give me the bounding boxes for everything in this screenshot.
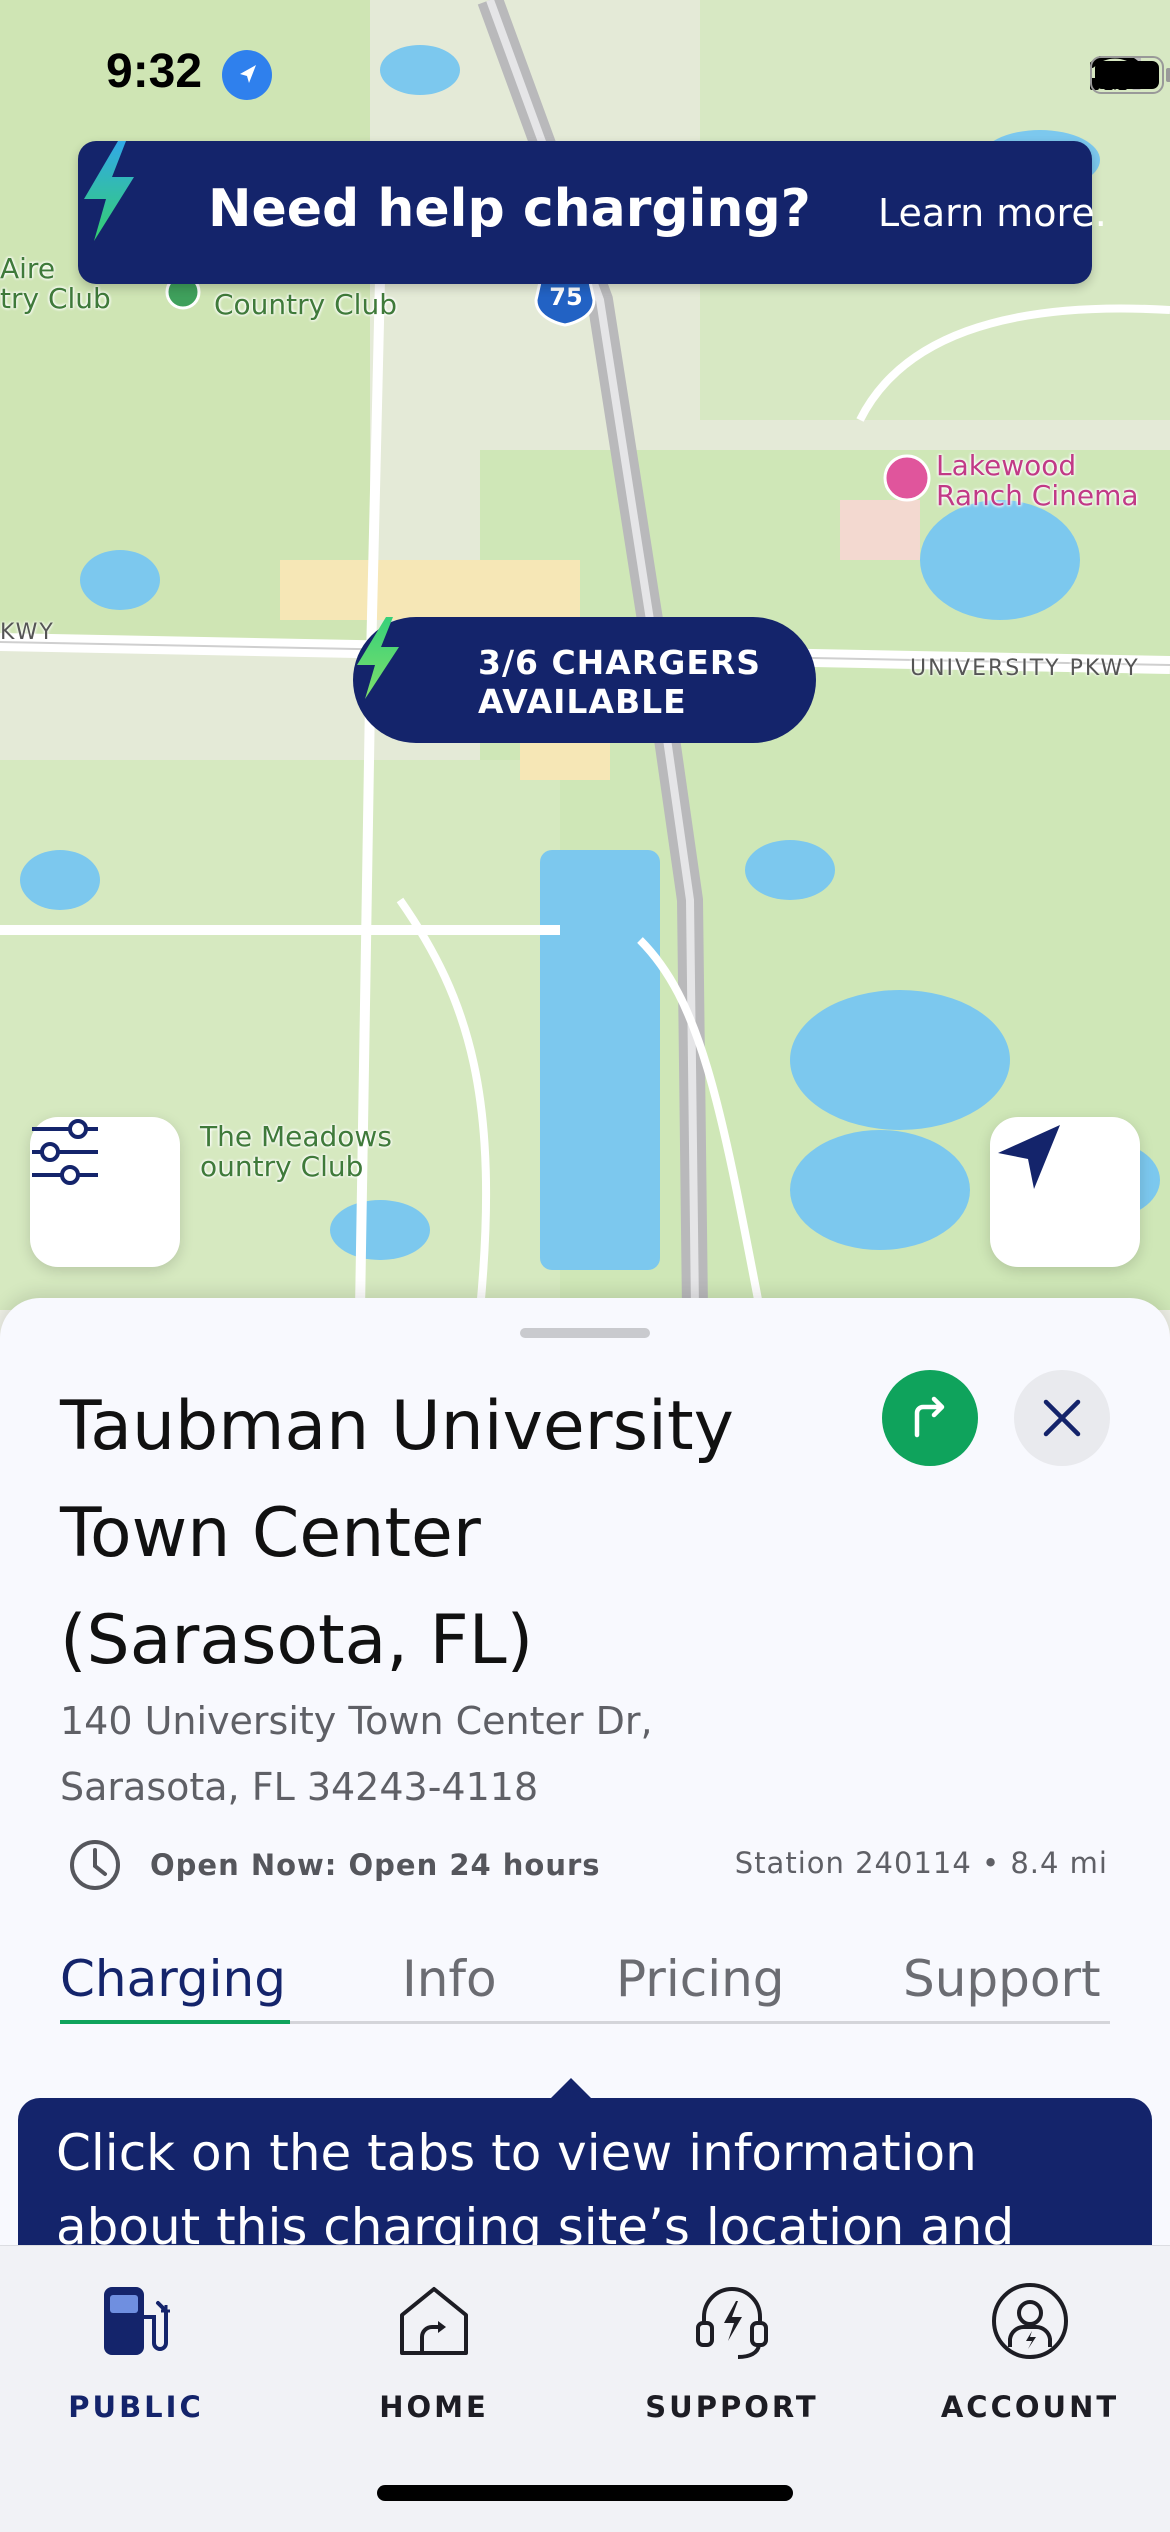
tabbar-support-label: SUPPORT (645, 2390, 819, 2424)
status-time: 9:32 (106, 45, 203, 98)
close-icon (1043, 1399, 1081, 1437)
map-label-country-club: Country Club (214, 288, 397, 321)
tabbar-support[interactable]: SUPPORT (612, 2276, 852, 2424)
station-distance: Station 240114 • 8.4 mi (734, 1846, 1108, 1880)
address-line-1: 140 University Town Center Dr, (60, 1699, 653, 1743)
tab-pricing[interactable]: Pricing (616, 1950, 785, 2008)
filter-button[interactable] (30, 1117, 180, 1267)
lightning-bolt-icon (357, 617, 399, 699)
recenter-location-button[interactable] (990, 1117, 1140, 1267)
sliders-icon (32, 1119, 98, 1185)
lightning-bolt-icon (84, 141, 134, 241)
tabbar-public-label: PUBLIC (68, 2390, 204, 2424)
address-line-2: Sarasota, FL 34243-4118 (60, 1765, 539, 1809)
tab-info[interactable]: Info (402, 1950, 497, 2008)
headset-bolt-icon (696, 2287, 768, 2359)
help-charging-banner[interactable]: Need help charging? Learn more. (78, 141, 1107, 284)
location-services-icon (222, 50, 272, 100)
active-tab-indicator (60, 2020, 290, 2024)
site-details-sheet[interactable]: Taubman University Town Center (Sarasota… (0, 1298, 1170, 2248)
tab-support[interactable]: Support (903, 1950, 1101, 2008)
tooltip-text: Click on the tabs to view information ab… (56, 2124, 1015, 2248)
tabbar-home-label: HOME (379, 2390, 489, 2424)
map-label-meadows: The Meadows ountry Club (200, 1120, 392, 1183)
help-banner-title: Need help charging? (208, 179, 811, 239)
tabbar-account[interactable]: ACCOUNT (910, 2276, 1150, 2424)
clock-icon (70, 1840, 120, 1890)
close-button[interactable] (1014, 1370, 1110, 1466)
house-plug-icon (400, 2287, 468, 2355)
site-address: 140 University Town Center Dr, Sarasota,… (60, 1688, 653, 1820)
directions-icon (914, 1396, 945, 1438)
tabbar-home[interactable]: HOME (314, 2276, 554, 2424)
road-label-pkwy: KWY (0, 620, 55, 645)
tabs-tooltip[interactable]: Click on the tabs to view information ab… (18, 2098, 1152, 2248)
navigation-arrow-icon (998, 1125, 1060, 1189)
chargers-available-label: 3/6 CHARGERS AVAILABLE (478, 643, 762, 721)
hours-text: Open Now: Open 24 hours (150, 1848, 601, 1882)
status-bar: 9:32 (0, 0, 1170, 150)
user-circle-icon (992, 2283, 1068, 2359)
fuel-pump-icon (104, 2287, 170, 2355)
road-label-university-pkwy: UNIVERSITY PKWY (910, 656, 1140, 681)
site-title: Taubman University Town Center (Sarasota… (60, 1387, 734, 1680)
home-indicator[interactable] (377, 2485, 793, 2501)
cinema-icon (883, 454, 931, 502)
battery-icon (1090, 56, 1170, 94)
site-tabs: Charging Info Pricing Support (60, 1950, 1110, 2024)
directions-button[interactable] (882, 1370, 978, 1466)
tabbar-account-label: ACCOUNT (940, 2390, 1120, 2424)
hours-row: Open Now: Open 24 hours (68, 1838, 601, 1892)
tab-charging[interactable]: Charging (60, 1950, 286, 2008)
chargers-available-marker[interactable]: 3/6 CHARGERS AVAILABLE (353, 617, 816, 743)
tabbar-public[interactable]: PUBLIC (16, 2276, 256, 2424)
map-view[interactable]: Aire try Club Country Club 75 Lakewood R… (0, 0, 1170, 1310)
learn-more-link[interactable]: Learn more. (878, 191, 1107, 235)
map-label-lakewood-cinema[interactable]: Lakewood Ranch Cinema (936, 451, 1139, 511)
sheet-grabber[interactable] (520, 1328, 650, 1338)
highway-number: 75 (549, 283, 583, 311)
